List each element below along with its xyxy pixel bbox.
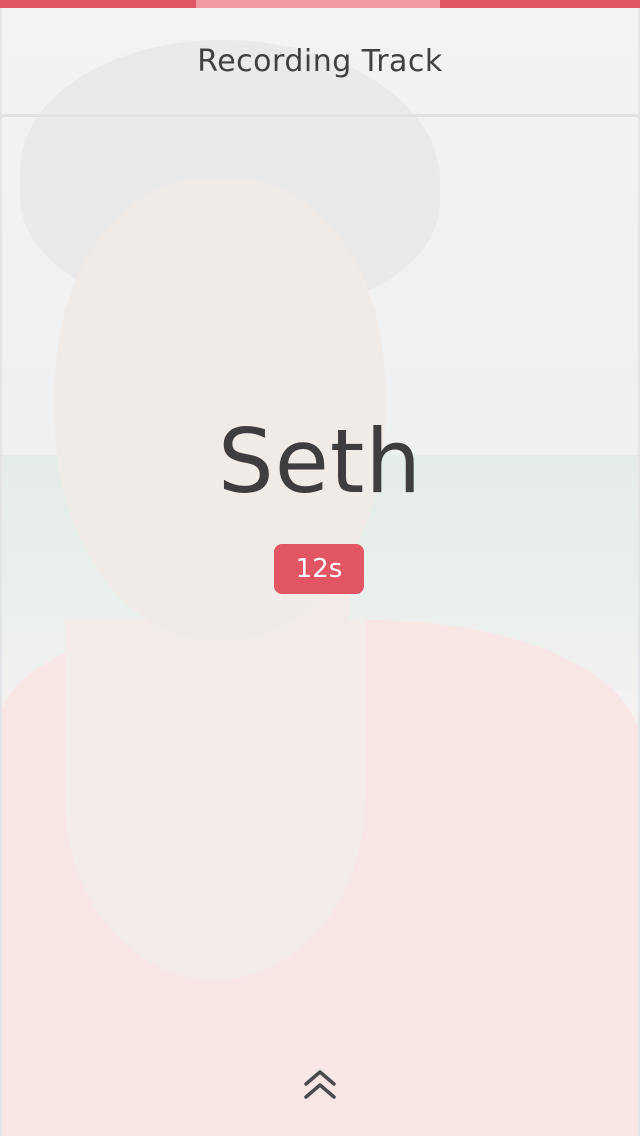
page-title: Recording Track [197,43,443,79]
recording-screen: Recording Track Seth 12s [0,0,640,1136]
double-chevron-up-icon [304,1070,336,1099]
elapsed-time-badge: 12s [274,544,364,594]
header-divider [0,114,640,117]
progress-segment-1 [0,0,196,8]
progress-segment-2-current [196,0,440,8]
recording-name: Seth [217,410,423,513]
elapsed-time-text: 12s [295,554,343,584]
frame-border-left [0,8,2,1136]
header: Recording Track [0,8,640,114]
progress-segment-3 [440,0,640,8]
track-progress-bar [0,0,640,8]
expand-button[interactable] [296,1060,344,1108]
